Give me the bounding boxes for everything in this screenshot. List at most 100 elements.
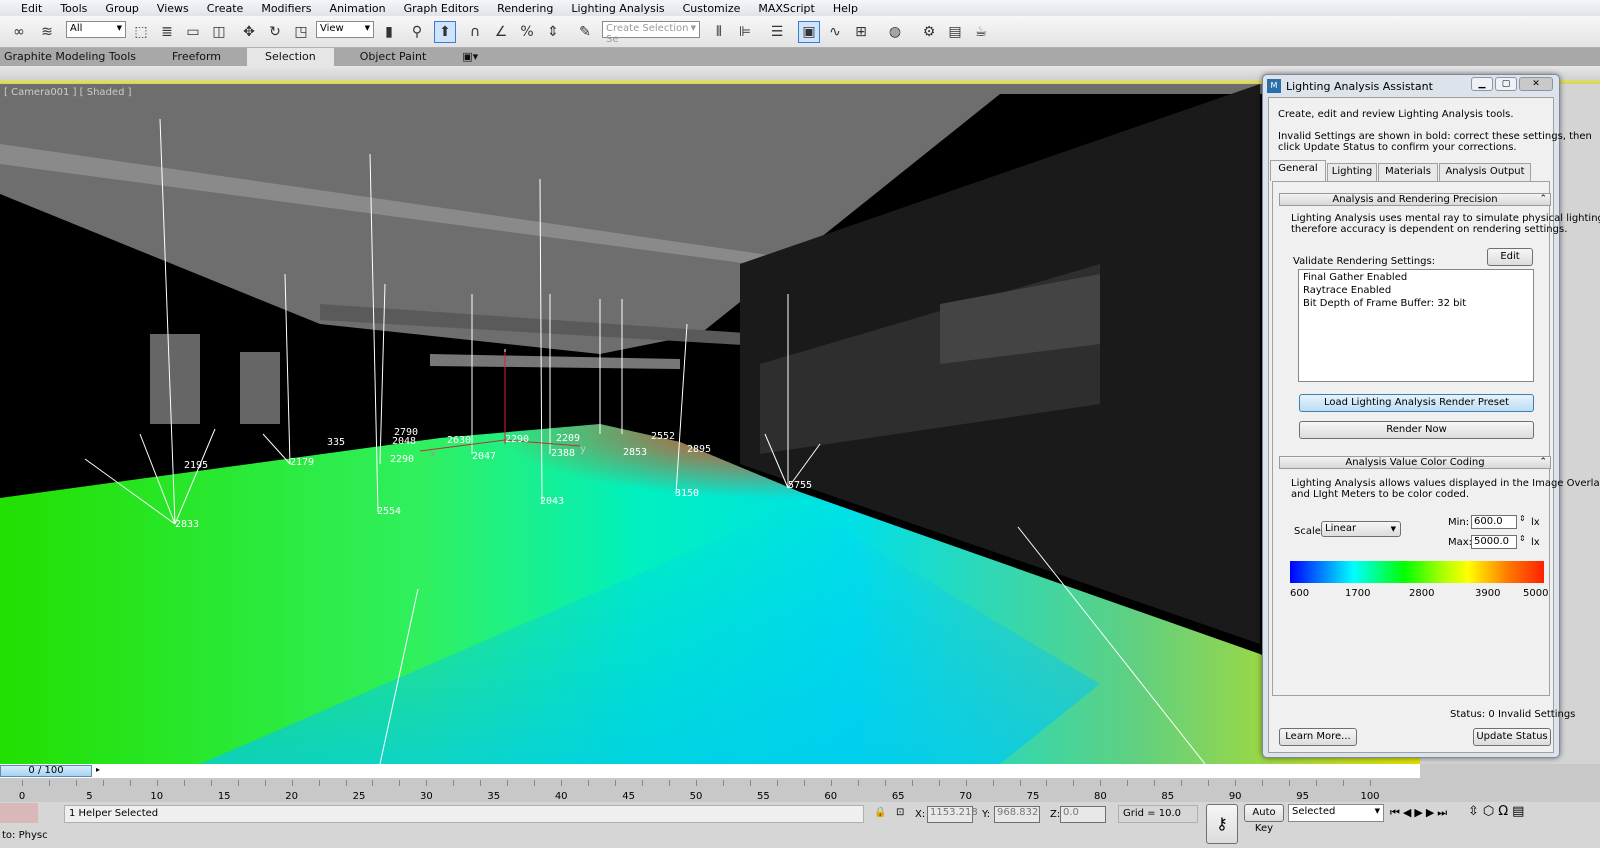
select-by-name-icon[interactable]: ≣ <box>156 21 178 43</box>
list-item[interactable]: Final Gather Enabled <box>1303 272 1407 283</box>
render-setup-icon[interactable]: ⚙ <box>918 21 940 43</box>
snaps-toggle-icon[interactable]: ∩ <box>464 21 486 43</box>
max-spinner[interactable]: ⇕ <box>1519 534 1526 543</box>
menu-rendering[interactable]: Rendering <box>488 2 562 15</box>
section-header-color-coding[interactable]: Analysis Value Color Coding <box>1279 456 1551 469</box>
min-input[interactable]: 600.0 <box>1471 515 1517 529</box>
viewport-navigation-icons[interactable]: ⇳⬡Ω▤ <box>1468 804 1528 819</box>
menu-modifiers[interactable]: Modifiers <box>252 2 320 15</box>
spinner-snap-icon[interactable]: ⇕ <box>542 21 564 43</box>
timeline-tick-label: 55 <box>757 791 770 802</box>
render-production-icon[interactable]: ☕ <box>970 21 992 43</box>
minimize-icon[interactable]: ▁ <box>1471 77 1493 91</box>
section-header-precision[interactable]: Analysis and Rendering Precision <box>1279 193 1551 206</box>
maxscript-listener-icon[interactable] <box>0 803 38 823</box>
menu-graph-editors[interactable]: Graph Editors <box>395 2 489 15</box>
lock-icon[interactable]: 🔒 <box>874 807 886 818</box>
selection-filter-dropdown[interactable]: All <box>66 21 126 38</box>
manipulate-icon[interactable]: ⚲ <box>406 21 428 43</box>
absolute-mode-icon[interactable]: ⊡ <box>896 807 904 818</box>
learn-more-button[interactable]: Learn More... <box>1279 728 1357 746</box>
time-slider-track[interactable]: 0 / 100 ▸ <box>0 764 1420 778</box>
curve-editor-icon[interactable]: ∿ <box>824 21 846 43</box>
mirror-icon[interactable]: ⫴ <box>708 21 730 43</box>
camera-viewport[interactable]: [ Camera001 ] [ Shaded ] 2195 2179 335 2… <box>0 84 1420 764</box>
menu-help[interactable]: Help <box>824 2 867 15</box>
menu-create[interactable]: Create <box>198 2 253 15</box>
list-item[interactable]: Bit Depth of Frame Buffer: 32 bit <box>1303 298 1466 309</box>
set-key-icon[interactable]: ⚷ <box>1206 804 1238 844</box>
named-selection-set-input[interactable]: Create Selection Se <box>602 21 700 45</box>
align-icon[interactable]: ⊫ <box>734 21 756 43</box>
percent-snap-icon[interactable]: % <box>516 21 538 43</box>
menu-maxscript[interactable]: MAXScript <box>749 2 823 15</box>
reference-coordinate-dropdown[interactable]: View <box>316 21 374 38</box>
move-icon[interactable]: ✥ <box>238 21 260 43</box>
menu-customize[interactable]: Customize <box>674 2 750 15</box>
tab-materials[interactable]: Materials <box>1378 163 1438 181</box>
x-coordinate-field[interactable]: 1153.218 <box>927 806 978 823</box>
keyboard-shortcut-override-icon[interactable]: ⬆ <box>434 21 456 43</box>
scale-dropdown[interactable]: Linear ▼ <box>1321 521 1401 537</box>
bind-space-warp-icon[interactable]: ≋ <box>36 21 58 43</box>
menu-tools[interactable]: Tools <box>51 2 96 15</box>
material-editor-icon[interactable]: ◍ <box>884 21 906 43</box>
tab-general[interactable]: General <box>1270 160 1326 181</box>
timeline-tick <box>1289 780 1291 786</box>
light-meter-value: 2853 <box>623 447 648 458</box>
tab-analysis-output[interactable]: Analysis Output <box>1439 163 1531 181</box>
timeline-tick <box>480 780 482 786</box>
tab-lighting[interactable]: Lighting <box>1327 163 1377 181</box>
link-icon[interactable]: ∞ <box>8 21 30 43</box>
track-bar[interactable]: 0 5 10 15 20 25 30 35 40 45 50 55 60 65 70 75 80 85 90 95 10… <box>0 778 1390 802</box>
edit-named-selection-icon[interactable]: ✎ <box>574 21 596 43</box>
y-coordinate-field[interactable]: 968.832 <box>994 806 1040 823</box>
layer-manager-icon[interactable]: ☰ <box>766 21 788 43</box>
auto-key-button[interactable]: Auto Key <box>1244 804 1284 834</box>
menu-lighting-analysis[interactable]: Lighting Analysis <box>562 2 673 15</box>
viewport-label[interactable]: [ Camera001 ] [ Shaded ] <box>4 87 132 98</box>
schematic-view-icon[interactable]: ⊞ <box>850 21 872 43</box>
menu-animation[interactable]: Animation <box>321 2 395 15</box>
settings-list[interactable]: Final Gather Enabled Raytrace Enabled Bi… <box>1298 269 1534 382</box>
graphite-toggle-icon[interactable]: ▣ <box>798 21 820 43</box>
time-slider-thumb[interactable]: 0 / 100 <box>0 765 92 777</box>
menu-group[interactable]: Group <box>96 2 148 15</box>
rotate-icon[interactable]: ↻ <box>264 21 286 43</box>
timeline-tick-label: 60 <box>824 791 838 802</box>
tab-object-paint[interactable]: Object Paint <box>342 48 445 66</box>
timeline-tick <box>345 780 347 786</box>
select-object-icon[interactable]: ⬚ <box>130 21 152 43</box>
rendered-frame-window-icon[interactable]: ▤ <box>944 21 966 43</box>
menu-bar: Edit Tools Group Views Create Modifiers … <box>0 0 1600 16</box>
min-spinner[interactable]: ⇕ <box>1519 514 1526 523</box>
max-input[interactable]: 5000.0 <box>1471 535 1517 549</box>
menu-edit[interactable]: Edit <box>12 2 51 15</box>
z-coordinate-field[interactable]: 0.0 <box>1060 806 1106 823</box>
render-now-button[interactable]: Render Now <box>1299 421 1534 439</box>
tab-freeform[interactable]: Freeform <box>154 48 239 66</box>
tab-graphite-modeling-tools[interactable]: Graphite Modeling Tools <box>0 48 154 66</box>
close-icon[interactable]: ✕ <box>1519 77 1553 91</box>
update-status-button[interactable]: Update Status <box>1473 728 1551 746</box>
min-unit: lx <box>1531 517 1540 528</box>
angle-snap-icon[interactable]: ∠ <box>490 21 512 43</box>
tab-selection[interactable]: Selection <box>247 48 334 66</box>
window-crossing-icon[interactable]: ◫ <box>208 21 230 43</box>
pivot-center-icon[interactable]: ▮ <box>378 21 400 43</box>
playback-controls[interactable]: ⏮◀▶▶⏭ <box>1390 806 1450 820</box>
maximize-icon[interactable]: ▢ <box>1495 77 1517 91</box>
timeline-tick <box>1019 780 1021 786</box>
timeline-tick <box>722 780 724 786</box>
ribbon-options-icon[interactable]: ▣▾ <box>444 48 496 66</box>
edit-button[interactable]: Edit <box>1487 248 1533 266</box>
load-render-preset-button[interactable]: Load Lighting Analysis Render Preset <box>1299 394 1534 412</box>
next-frame-icon[interactable]: ▸ <box>96 765 100 774</box>
maxscript-mini-listener[interactable]: to: Physc <box>2 830 48 841</box>
menu-views[interactable]: Views <box>148 2 198 15</box>
axis-y-label: y <box>580 444 587 455</box>
list-item[interactable]: Raytrace Enabled <box>1303 285 1391 296</box>
key-mode-dropdown[interactable]: Selected <box>1288 804 1384 822</box>
rectangular-selection-icon[interactable]: ▭ <box>182 21 204 43</box>
scale-icon[interactable]: ◳ <box>290 21 312 43</box>
